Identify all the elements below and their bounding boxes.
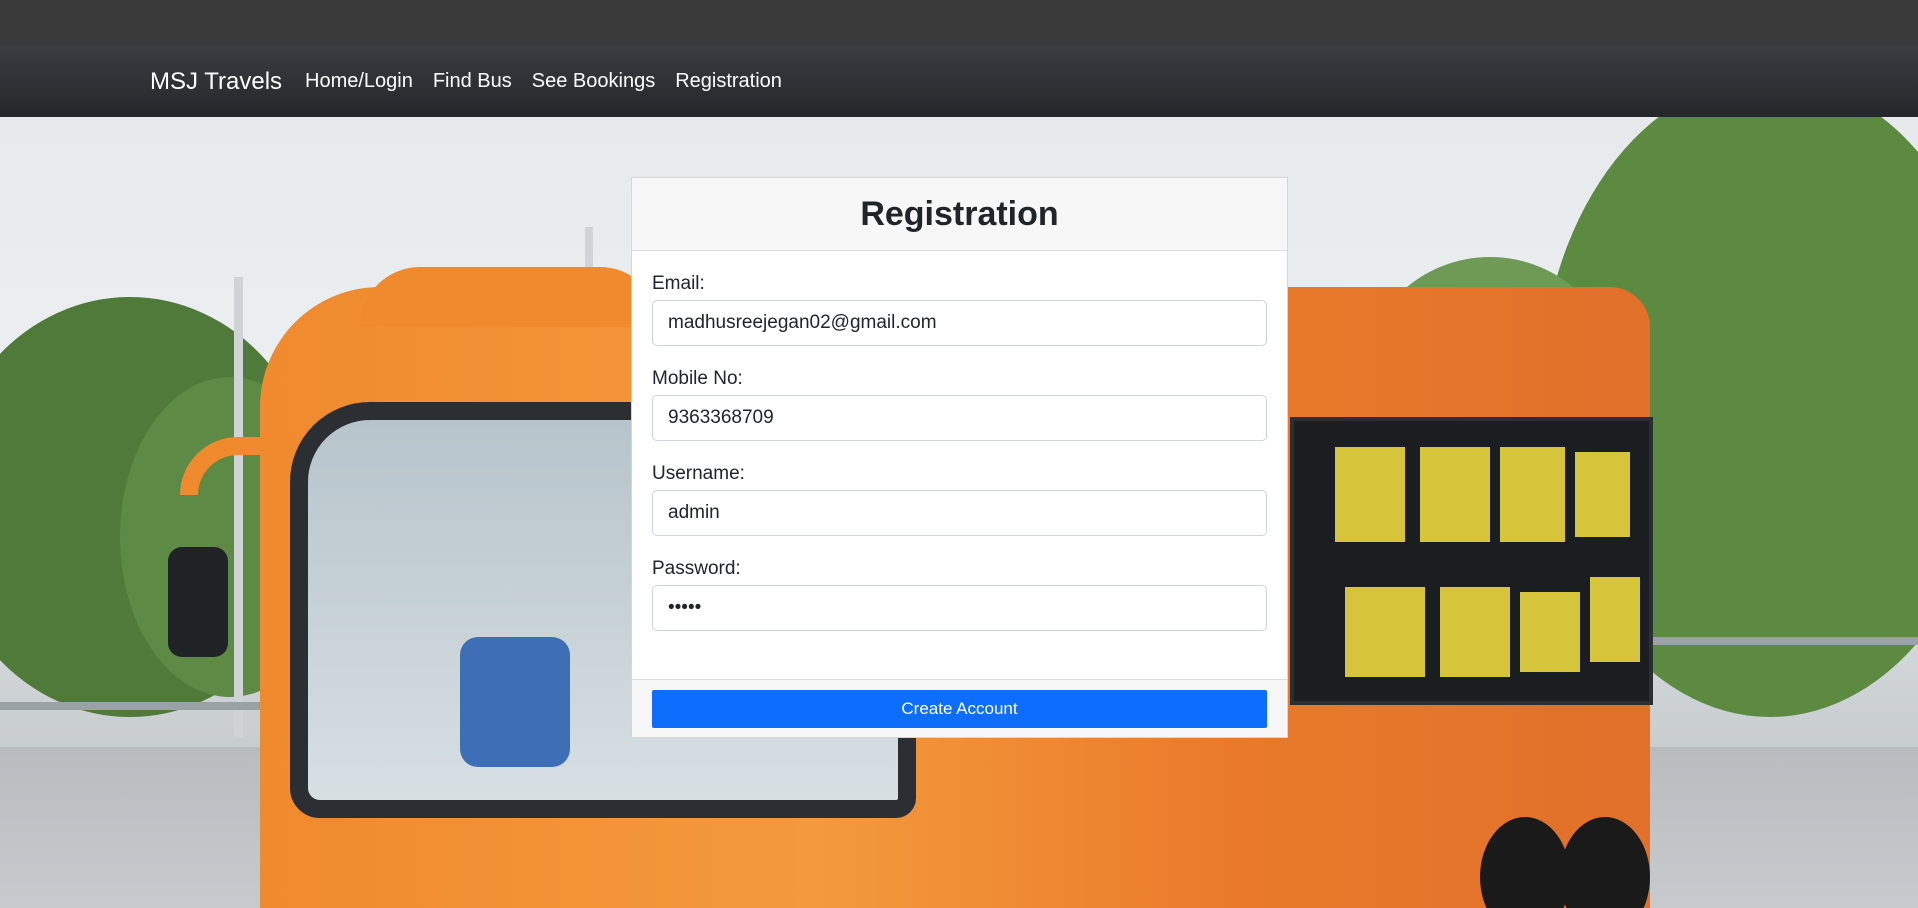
registration-card: Registration Email: Mobile No: Username:… [631,177,1288,738]
password-field-group: Password: [652,558,1267,631]
curtain [1440,587,1510,677]
card-header: Registration [632,178,1287,251]
page-title: Registration [860,194,1059,233]
email-label: Email: [652,273,705,294]
curtain [1345,587,1425,677]
guard-rail-left [0,702,280,710]
mobile-field[interactable] [652,395,1267,441]
curtain [1590,577,1640,662]
mobile-label: Mobile No: [652,368,743,389]
guard-rail-right [1650,637,1918,645]
username-field[interactable] [652,490,1267,536]
nav-link-find-bus[interactable]: Find Bus [433,70,512,93]
curtain [1420,447,1490,542]
mobile-field-group: Mobile No: [652,368,1267,441]
card-footer: Create Account [632,679,1287,737]
curtain [1575,452,1630,537]
bus-mirror [168,547,228,657]
browser-top-strip [0,0,1918,46]
brand-logo-link[interactable]: MSJ Travels [150,68,282,96]
curtain [1500,447,1565,542]
nav-link-see-bookings[interactable]: See Bookings [532,70,655,93]
username-field-group: Username: [652,463,1267,536]
bus-driver-seat [460,637,570,767]
email-field[interactable] [652,300,1267,346]
street-pole-left [234,277,243,737]
email-field-group: Email: [652,273,1267,346]
nav-link-registration[interactable]: Registration [675,70,782,93]
nav-link-home-login[interactable]: Home/Login [305,70,413,93]
password-label: Password: [652,558,741,579]
nav-links: Home/Login Find Bus See Bookings Registr… [305,70,782,93]
curtain [1520,592,1580,672]
navbar: MSJ Travels Home/Login Find Bus See Book… [0,46,1918,117]
password-field[interactable] [652,585,1267,631]
curtain [1335,447,1405,542]
create-account-button[interactable]: Create Account [652,690,1267,728]
registration-form: Email: Mobile No: Username: Password: [632,251,1287,631]
username-label: Username: [652,463,745,484]
bus-roof [360,267,660,327]
